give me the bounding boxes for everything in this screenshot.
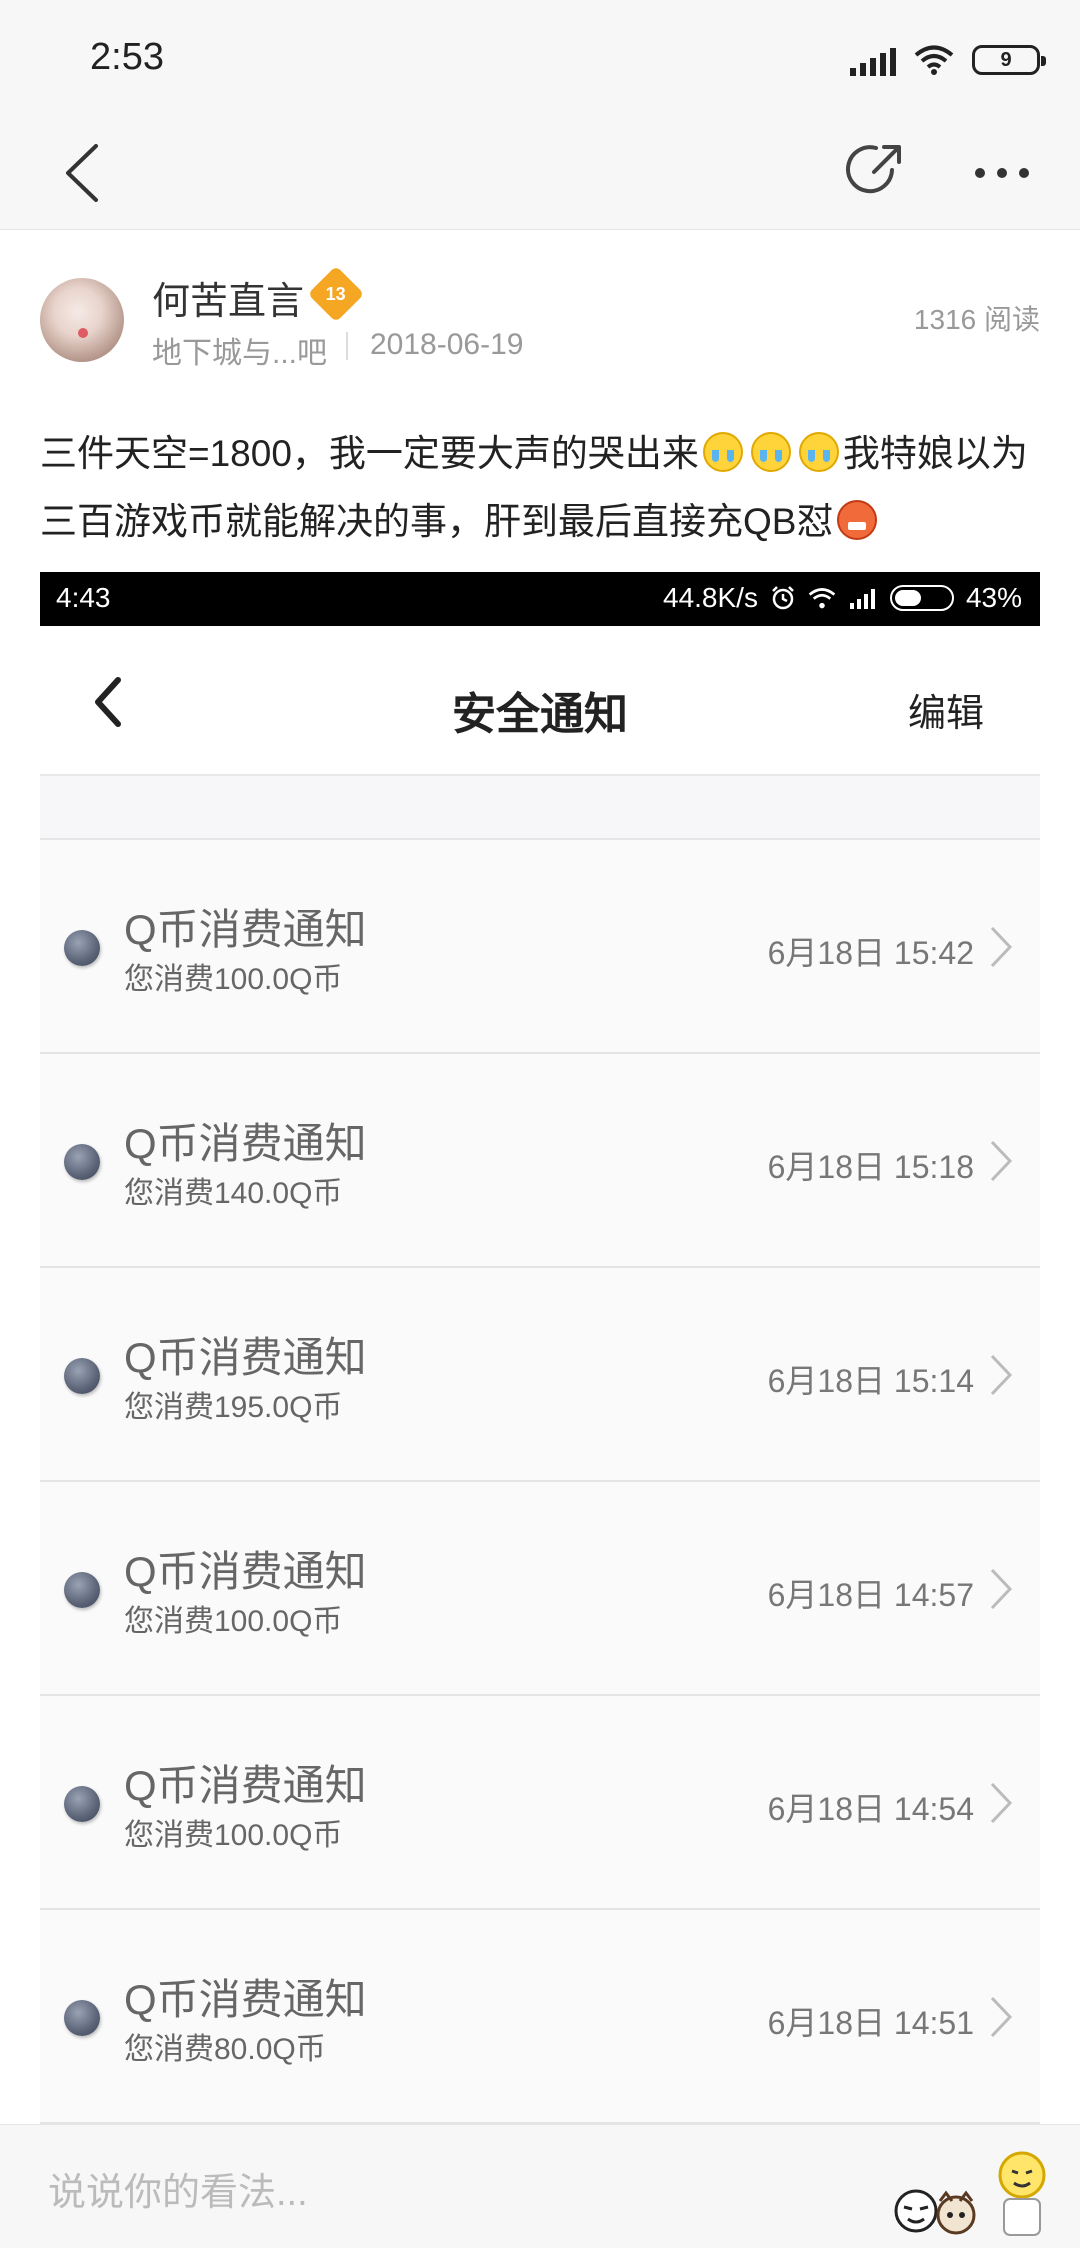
author-header: 何苦直言 13 地下城与...吧 2018-06-19 1316 阅读: [0, 230, 1080, 400]
unread-dot-icon: [64, 1144, 100, 1180]
notice-row[interactable]: Q币消费通知您消费100.0Q币 6月18日 14:57: [40, 1482, 1040, 1696]
post-text-part1: 三件天空=1800，我一定要大声的哭出来: [40, 433, 699, 474]
notice-title: Q币消费通知: [124, 906, 367, 953]
section-gap: [40, 776, 1040, 812]
forum-link[interactable]: 地下城与...吧: [152, 328, 327, 372]
notice-row[interactable]: Q币消费通知您消费100.0Q币 6月18日 15:42: [40, 840, 1040, 1054]
embedded-header: 安全通知 编辑: [40, 626, 1040, 776]
notice-title: Q币消费通知: [124, 1762, 367, 1809]
notice-time: 6月18日 14:54: [767, 1791, 974, 1827]
signal-icon: [849, 589, 875, 609]
crying-emoji-icon: [798, 432, 839, 472]
signal-icon: [850, 44, 896, 76]
notice-amount: 您消费100.0Q币: [124, 963, 343, 996]
level-number: 13: [325, 283, 347, 304]
embedded-page-title: 安全通知: [452, 690, 628, 739]
sticker-icon[interactable]: [886, 2135, 1056, 2245]
notice-time: 6月18日 15:14: [767, 1363, 974, 1399]
alarm-icon: [772, 586, 794, 610]
chevron-right-icon: [990, 1996, 1013, 2038]
notice-title: Q币消费通知: [124, 1120, 367, 1167]
unread-dot-icon: [64, 1358, 100, 1394]
read-count: 1316 阅读: [913, 304, 1040, 335]
battery-icon: 9: [972, 45, 1046, 75]
embedded-status-bar: 4:43 44.8K/s 43%: [40, 572, 1040, 626]
chevron-right-icon: [990, 1140, 1013, 1182]
crying-emoji-icon: [702, 432, 743, 472]
wifi-icon: [808, 588, 836, 609]
unread-dot-icon: [64, 2000, 100, 2036]
notice-time: 6月18日 14:57: [767, 1577, 974, 1613]
notice-time: 6月18日 15:42: [767, 935, 974, 971]
author-name[interactable]: 何苦直言: [152, 270, 304, 325]
notice-amount: 您消费140.0Q币: [124, 1177, 343, 1210]
embedded-battery-percent: 43%: [965, 582, 1022, 613]
chevron-right-icon: [990, 926, 1013, 968]
comment-input[interactable]: 说说你的看法...: [48, 2161, 308, 2216]
crying-emoji-icon: [750, 432, 791, 472]
notice-row[interactable]: Q币消费通知您消费80.0Q币 6月18日 14:51: [40, 1910, 1040, 2124]
notice-amount: 您消费100.0Q币: [124, 1819, 343, 1852]
embedded-status-icons: 44.8K/s 43%: [663, 582, 1022, 614]
embedded-status-time: 4:43: [56, 582, 111, 613]
network-speed: 44.8K/s: [663, 582, 758, 613]
unread-dot-icon: [64, 1572, 100, 1608]
chevron-right-icon: [990, 1782, 1013, 1824]
notice-row[interactable]: Q币消费通知您消费140.0Q币 6月18日 15:18: [40, 1054, 1040, 1268]
post-date: 2018-06-19: [370, 328, 524, 361]
notice-amount: 您消费195.0Q币: [124, 1391, 343, 1424]
battery-level: 9: [1000, 48, 1012, 71]
battery-icon: [889, 585, 954, 611]
notice-row[interactable]: Q币消费通知您消费195.0Q币 6月18日 15:14: [40, 1268, 1040, 1482]
status-icons: 9: [850, 40, 1046, 80]
top-nav-bar: [0, 118, 1080, 230]
angry-emoji-icon: [837, 500, 878, 540]
share-icon[interactable]: [844, 138, 908, 202]
back-icon[interactable]: [56, 140, 116, 206]
level-badge-icon: 13: [307, 265, 365, 323]
chevron-right-icon: [990, 1354, 1013, 1396]
notice-time: 6月18日 15:18: [767, 1149, 974, 1185]
wifi-icon: [914, 45, 954, 75]
embedded-screenshot[interactable]: 4:43 44.8K/s 43% 安全通知 编辑 Q币消费通知 您消费100.0…: [40, 572, 1040, 2132]
avatar[interactable]: [40, 278, 124, 362]
notice-row[interactable]: Q币消费通知您消费100.0Q币 6月18日 14:54: [40, 1696, 1040, 1910]
post-body: 三件天空=1800，我一定要大声的哭出来 我特娘以为三百游戏币就能解决的事，肝到最…: [40, 420, 1040, 556]
notice-amount: 您消费80.0Q币: [124, 2033, 326, 2066]
unread-dot-icon: [64, 930, 100, 966]
more-dots-icon[interactable]: [970, 148, 1034, 198]
status-time: 2:53: [90, 36, 164, 78]
notice-amount: 您消费100.0Q币: [124, 1605, 343, 1638]
unread-dot-icon: [64, 1786, 100, 1822]
notice-title: Q币消费通知: [124, 1976, 367, 2023]
edit-button[interactable]: 编辑: [908, 682, 984, 737]
notice-time: 6月18日 14:51: [767, 2005, 974, 2041]
notice-title: Q币消费通知: [124, 1548, 367, 1595]
comment-bar: 说说你的看法...: [0, 2124, 1080, 2248]
notice-title: Q币消费通知: [124, 1334, 367, 1381]
meta-divider: [346, 332, 348, 360]
chevron-right-icon: [990, 1568, 1013, 1610]
status-bar: 2:53 9: [0, 0, 1080, 118]
